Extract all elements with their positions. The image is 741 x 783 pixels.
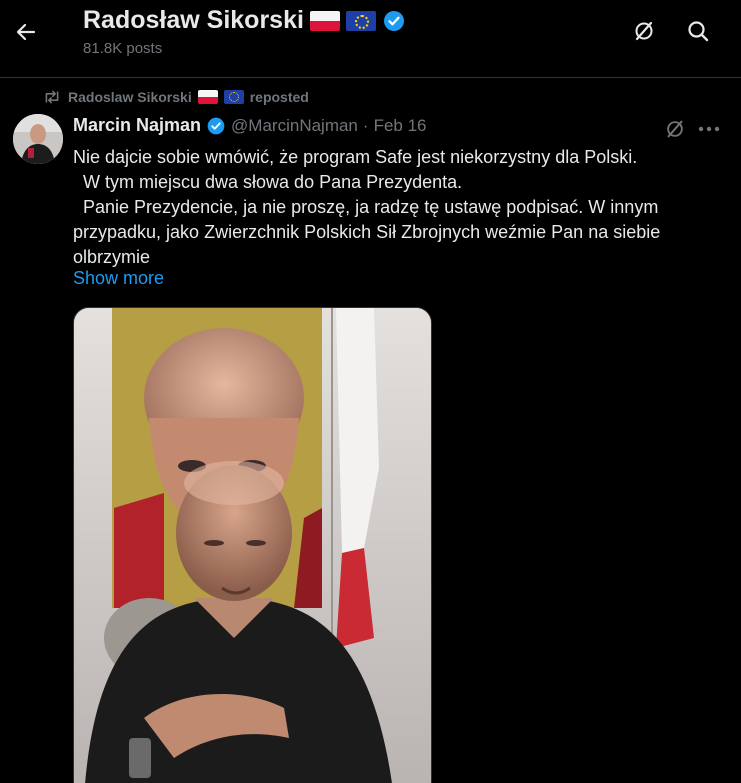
author-handle[interactable]: @MarcinNajman [231,116,358,136]
grok-button[interactable] [627,14,661,48]
poland-flag-icon [309,10,340,31]
verified-badge-icon [207,117,225,134]
post-date[interactable]: Feb 16 [374,116,427,136]
avatar-image [13,114,63,164]
post-media-video[interactable] [73,307,432,783]
more-button[interactable] [695,116,723,142]
profile-title-row: Radosław Sikorski [83,6,406,35]
eu-flag-icon [345,10,376,31]
grok-icon [635,21,653,41]
author-name[interactable]: Marcin Najman [73,115,201,136]
more-horizontal-icon [698,126,720,132]
profile-header: Radosław Sikorski 81.8K posts [0,0,741,78]
separator-dot: · [362,115,369,135]
poland-flag-icon [197,90,218,104]
profile-name: Radosław Sikorski [83,6,304,34]
back-button[interactable] [8,14,44,50]
verified-badge-icon [383,10,404,31]
search-button[interactable] [681,14,715,48]
avatar[interactable] [13,114,63,164]
search-icon [688,21,709,42]
video-thumbnail [74,308,431,783]
show-more-link[interactable]: Show more [73,268,164,289]
arrow-left-icon [16,23,36,41]
reposter-name: Radoslaw Sikorski [68,89,192,105]
post-header: Marcin Najman @MarcinNajman · Feb 16 [73,115,427,136]
grok-icon [667,120,683,138]
repost-icon [45,90,59,104]
repost-action: reposted [249,89,309,105]
grok-button[interactable] [662,116,688,142]
repost-indicator[interactable]: Radoslaw Sikorski reposted [42,89,309,105]
posts-count: 81.8K posts [83,40,163,57]
eu-flag-icon [223,90,244,104]
post-text: Nie dajcie sobie wmówić, że program Safe… [73,147,661,267]
